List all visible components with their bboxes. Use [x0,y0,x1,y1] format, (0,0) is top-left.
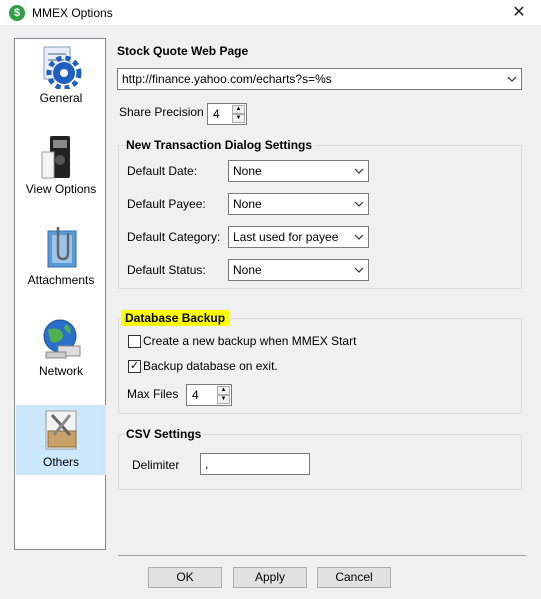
chevron-down-icon[interactable] [503,69,521,89]
sidebar-item-label: Others [42,455,79,469]
backup-on-exit-checkbox[interactable]: ✓ [128,360,141,373]
share-precision-spinner[interactable]: 4 ▲ ▼ [207,103,247,125]
toolbox-icon [40,407,82,453]
chevron-down-icon [350,194,368,214]
delimiter-value: , [205,457,209,471]
stock-url-value: http://finance.yahoo.com/echarts?s=%s [122,72,332,86]
app-icon: $ [9,5,25,21]
cancel-button[interactable]: Cancel [317,567,391,588]
chevron-down-icon [350,161,368,181]
delimiter-input[interactable]: , [200,453,310,475]
default-payee-value: None [233,197,262,211]
sidebar-item-others[interactable]: Others [16,405,106,475]
chevron-down-icon [350,260,368,280]
title-bar: $ MMEX Options ✕ [0,0,541,26]
max-files-label: Max Files [127,387,179,401]
window-title: MMEX Options [32,6,113,20]
default-status-label: Default Status: [127,263,206,277]
share-precision-label: Share Precision [119,105,204,119]
spin-down-icon[interactable]: ▼ [217,395,230,404]
create-backup-checkbox[interactable] [128,335,141,348]
view-icon [40,134,82,180]
sidebar-item-label: Attachments [27,273,95,287]
ok-button[interactable]: OK [148,567,222,588]
check-icon: ✓ [129,360,140,372]
transaction-settings-heading: New Transaction Dialog Settings [124,138,315,152]
options-sidebar: General View Options Attachments Network… [14,38,106,550]
csv-settings-heading: CSV Settings [124,427,204,441]
sidebar-item-view-options[interactable]: View Options [16,132,106,202]
close-icon: ✕ [512,4,526,21]
sidebar-item-attachments[interactable]: Attachments [16,223,106,293]
default-date-select[interactable]: None [228,160,369,182]
max-files-spinner[interactable]: 4 ▲ ▼ [186,384,232,406]
paperclip-icon [40,225,82,271]
sidebar-item-label: Network [38,364,83,378]
spin-up-icon[interactable]: ▲ [217,386,230,395]
sidebar-item-general[interactable]: General [16,41,106,111]
gear-icon [40,43,82,91]
spin-up-icon[interactable]: ▲ [232,105,245,114]
sidebar-item-label: General [39,91,83,105]
default-category-label: Default Category: [127,230,221,244]
apply-button[interactable]: Apply [233,567,307,588]
sidebar-item-label: View Options [25,182,97,196]
spin-down-icon[interactable]: ▼ [232,114,245,123]
default-payee-select[interactable]: None [228,193,369,215]
database-backup-heading: Database Backup [121,310,230,326]
close-button[interactable]: ✕ [497,0,541,26]
share-precision-value: 4 [213,107,220,121]
max-files-value: 4 [192,388,199,402]
default-payee-label: Default Payee: [127,197,206,211]
globe-icon [40,316,82,362]
footer-divider [118,555,526,556]
default-status-select[interactable]: None [228,259,369,281]
default-category-select[interactable]: Last used for payee [228,226,369,248]
default-status-value: None [233,263,262,277]
default-date-value: None [233,164,262,178]
delimiter-label: Delimiter [132,458,180,472]
stock-quote-heading: Stock Quote Web Page [117,44,249,58]
create-backup-label: Create a new backup when MMEX Start [143,334,357,348]
sidebar-item-network[interactable]: Network [16,314,106,384]
stock-url-combo[interactable]: http://finance.yahoo.com/echarts?s=%s [117,68,522,90]
backup-on-exit-label: Backup database on exit. [143,359,278,373]
default-category-value: Last used for payee [233,230,339,244]
default-date-label: Default Date: [127,164,198,178]
chevron-down-icon [350,227,368,247]
